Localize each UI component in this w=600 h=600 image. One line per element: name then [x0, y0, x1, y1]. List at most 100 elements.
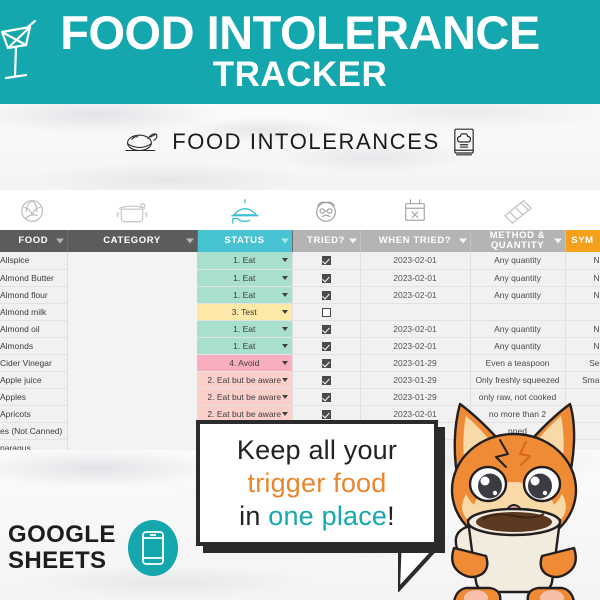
- cell-status[interactable]: 1. Eat: [197, 252, 293, 270]
- filter-icon-status[interactable]: [280, 238, 289, 244]
- cell-symptoms[interactable]: N: [565, 269, 600, 287]
- table-row[interactable]: Cider Vinegar🫒Vinegar & Oils4. Avoid2023…: [0, 354, 600, 372]
- tried-checkbox[interactable]: [321, 341, 331, 351]
- cell-symptoms[interactable]: [565, 303, 600, 321]
- cell-tried[interactable]: [292, 303, 361, 321]
- cell-method-quantity[interactable]: [470, 303, 566, 321]
- tried-checkbox[interactable]: [321, 324, 331, 334]
- filter-icon-when-tried[interactable]: [458, 238, 467, 244]
- dropdown-caret-icon[interactable]: [281, 377, 288, 382]
- dropdown-caret-icon[interactable]: [281, 326, 288, 331]
- cell-method-quantity[interactable]: Any quantity: [470, 337, 566, 355]
- cell-tried[interactable]: [292, 337, 361, 355]
- cell-when-tried[interactable]: [360, 303, 471, 321]
- cell-status[interactable]: 2. Eat but be aware: [197, 388, 293, 406]
- cell-tried[interactable]: [292, 371, 361, 389]
- dropdown-caret-icon[interactable]: [281, 394, 288, 399]
- column-header-category[interactable]: CATEGORY: [67, 230, 198, 252]
- cell-symptoms[interactable]: Se: [565, 354, 600, 372]
- filter-icon-tried[interactable]: [348, 238, 357, 244]
- cell-when-tried[interactable]: 2023-02-01: [360, 286, 471, 304]
- cell-when-tried[interactable]: 2023-01-29: [360, 354, 471, 372]
- cell-symptoms[interactable]: Sma: [565, 371, 600, 389]
- cell-status[interactable]: 3. Test: [197, 303, 293, 321]
- cell-food[interactable]: Allspice: [0, 252, 68, 270]
- column-header-when-tried[interactable]: WHEN TRIED?: [360, 230, 471, 252]
- cell-food[interactable]: Cider Vinegar: [0, 354, 68, 372]
- cell-tried[interactable]: [292, 252, 361, 270]
- cell-food[interactable]: paragus: [0, 439, 68, 450]
- speech-bubble: Keep all your trigger food in one place!: [196, 420, 438, 546]
- column-header-symptoms[interactable]: SYM: [565, 230, 600, 252]
- table-row[interactable]: Allspice🍋🌿Herbs & Spices1. Eat2023-02-01…: [0, 252, 600, 270]
- cell-when-tried[interactable]: 2023-01-29: [360, 371, 471, 389]
- column-header-tried[interactable]: TRIED?: [292, 230, 361, 252]
- filter-icon-method[interactable]: [553, 238, 562, 244]
- dropdown-caret-icon[interactable]: [281, 360, 288, 365]
- cell-food[interactable]: Almond flour: [0, 286, 68, 304]
- table-row[interactable]: Almond milk🥛Dairy Alternatives3. Test: [0, 303, 600, 321]
- cell-when-tried[interactable]: 2023-02-01: [360, 252, 471, 270]
- dropdown-caret-icon[interactable]: [281, 343, 288, 348]
- cell-method-quantity[interactable]: Only freshly squeezed: [470, 371, 566, 389]
- dropdown-caret-icon[interactable]: [281, 258, 288, 263]
- dropdown-caret-icon[interactable]: [281, 309, 288, 314]
- column-header-method-quantity[interactable]: METHOD & QUANTITY: [470, 230, 566, 252]
- cell-method-quantity[interactable]: Any quantity: [470, 269, 566, 287]
- table-row[interactable]: Almond Butter🌰Dried Fruit, Seeds & Nuts1…: [0, 269, 600, 287]
- cell-status-label: 1. Eat: [233, 323, 256, 334]
- cell-method-quantity[interactable]: Even a teaspoon: [470, 354, 566, 372]
- tried-checkbox[interactable]: [321, 256, 331, 266]
- tried-checkbox[interactable]: [321, 358, 331, 368]
- tried-checkbox[interactable]: [321, 290, 331, 300]
- tried-checkbox[interactable]: [321, 409, 331, 419]
- cell-food[interactable]: Almond milk: [0, 303, 68, 321]
- cell-method-quantity[interactable]: Any quantity: [470, 252, 566, 270]
- cell-food[interactable]: Almond Butter: [0, 269, 68, 287]
- column-header-status[interactable]: STATUS: [197, 230, 293, 252]
- tried-checkbox[interactable]: [321, 375, 331, 385]
- cell-food[interactable]: Apricots: [0, 405, 68, 423]
- dropdown-caret-icon[interactable]: [281, 292, 288, 297]
- cell-status[interactable]: 4. Avoid: [197, 354, 293, 372]
- cell-symptoms[interactable]: N: [565, 286, 600, 304]
- tried-checkbox[interactable]: [321, 307, 331, 317]
- cell-symptoms[interactable]: N: [565, 252, 600, 270]
- cell-tried[interactable]: [292, 320, 361, 338]
- cell-food[interactable]: Almond oil: [0, 320, 68, 338]
- cell-method-quantity[interactable]: Any quantity: [470, 320, 566, 338]
- banner-title: FOOD INTOLERANCE: [60, 6, 540, 59]
- dropdown-caret-icon[interactable]: [281, 411, 288, 416]
- cell-food[interactable]: Apple juice: [0, 371, 68, 389]
- cell-when-tried[interactable]: 2023-02-01: [360, 337, 471, 355]
- cell-status[interactable]: 1. Eat: [197, 337, 293, 355]
- tried-checkbox[interactable]: [321, 392, 331, 402]
- cell-food[interactable]: Apples: [0, 388, 68, 406]
- dropdown-caret-icon[interactable]: [281, 275, 288, 280]
- cell-status[interactable]: 1. Eat: [197, 320, 293, 338]
- cell-status[interactable]: 2. Eat but be aware: [197, 371, 293, 389]
- cell-method-quantity[interactable]: Any quantity: [470, 286, 566, 304]
- table-header-row[interactable]: FOOD CATEGORY STATUS TRIED? WHEN TRIED? …: [0, 230, 600, 252]
- cell-status[interactable]: 1. Eat: [197, 286, 293, 304]
- tried-checkbox[interactable]: [321, 273, 331, 283]
- cell-food[interactable]: Almonds: [0, 337, 68, 355]
- cell-symptoms[interactable]: N: [565, 337, 600, 355]
- cell-symptoms[interactable]: N: [565, 320, 600, 338]
- column-header-food[interactable]: FOOD: [0, 230, 68, 252]
- cell-status[interactable]: 1. Eat: [197, 269, 293, 287]
- cell-tried[interactable]: [292, 388, 361, 406]
- table-row[interactable]: Almonds🌰Dried Fruit, Seeds & Nuts1. Eat2…: [0, 337, 600, 355]
- bubble-line-3-suffix: !: [387, 500, 395, 531]
- table-row[interactable]: Almond flour🧁Baking1. Eat2023-02-01Any q…: [0, 286, 600, 304]
- filter-icon-food[interactable]: [55, 238, 64, 244]
- cell-tried[interactable]: [292, 269, 361, 287]
- cell-tried[interactable]: [292, 354, 361, 372]
- cell-when-tried[interactable]: 2023-02-01: [360, 269, 471, 287]
- cell-food[interactable]: es (Not Canned): [0, 422, 68, 440]
- cell-tried[interactable]: [292, 286, 361, 304]
- cell-when-tried[interactable]: 2023-02-01: [360, 320, 471, 338]
- table-row[interactable]: Apple juice☕Coffee, Tea & Drinks2. Eat b…: [0, 371, 600, 389]
- table-row[interactable]: Almond oil🫒Vinegar & Oils1. Eat2023-02-0…: [0, 320, 600, 338]
- filter-icon-category[interactable]: [185, 238, 194, 244]
